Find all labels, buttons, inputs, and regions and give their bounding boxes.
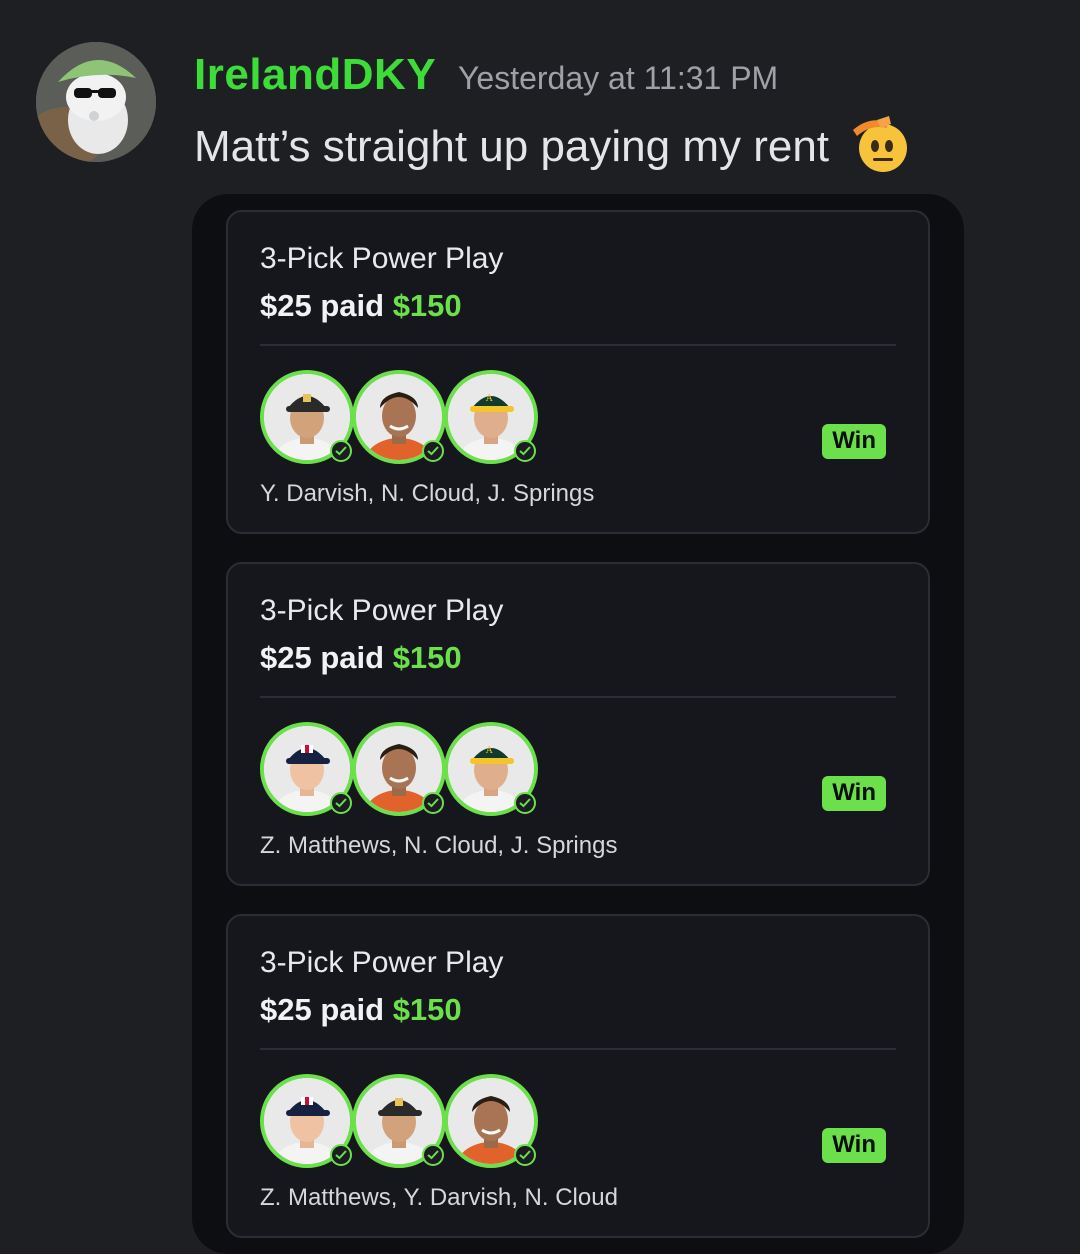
result-badge: Win: [822, 776, 886, 811]
entry-paid: $25 paid: [260, 288, 385, 323]
check-icon: [514, 1144, 536, 1166]
check-icon: [330, 792, 352, 814]
divider: [260, 1048, 896, 1050]
message-text: Matt’s straight up paying my rent: [194, 122, 830, 172]
player-names: Z. Matthews, N. Cloud, J. Springs: [260, 832, 618, 859]
check-icon: [422, 1144, 444, 1166]
user-avatar[interactable]: [36, 42, 156, 162]
player-avatars: A: [260, 722, 560, 822]
player-avatar: A: [444, 722, 538, 816]
image-attachment[interactable]: 3-Pick Power Play $25 paid $150 A Win Y.…: [192, 194, 964, 1254]
player-avatar: [260, 370, 354, 464]
cat-avatar-icon: [36, 42, 156, 162]
result-badge: Win: [822, 1128, 886, 1163]
player-names: Z. Matthews, Y. Darvish, N. Cloud: [260, 1184, 618, 1211]
player-avatars: [260, 1074, 560, 1174]
entry-card[interactable]: 3-Pick Power Play $25 paid $150: [226, 210, 930, 534]
entry-card[interactable]: 3-Pick Power Play $25 paid $150: [226, 914, 930, 1238]
player-avatar: [260, 1074, 354, 1168]
player-avatar: [260, 722, 354, 816]
entry-title: 3-Pick Power Play: [260, 946, 504, 979]
entry-paid: $25 paid: [260, 992, 385, 1027]
message-text-row: Matt’s straight up paying my rent: [194, 112, 911, 187]
entry-title: 3-Pick Power Play: [260, 242, 504, 275]
check-icon: [422, 440, 444, 462]
entry-payment: $25 paid $150: [260, 640, 462, 676]
message-username[interactable]: IrelandDKY: [194, 50, 436, 100]
svg-text:A: A: [485, 746, 493, 756]
entry-title: 3-Pick Power Play: [260, 594, 504, 627]
check-icon: [514, 792, 536, 814]
player-avatar: [352, 370, 446, 464]
svg-text:A: A: [485, 394, 493, 404]
entry-payout: $150: [392, 640, 462, 675]
check-icon: [330, 1144, 352, 1166]
divider: [260, 696, 896, 698]
message-timestamp: Yesterday at 11:31 PM: [458, 60, 779, 96]
check-icon: [514, 440, 536, 462]
entry-payout: $150: [392, 992, 462, 1027]
player-avatar: [444, 1074, 538, 1168]
entry-payment: $25 paid $150: [260, 288, 462, 324]
check-icon: [422, 792, 444, 814]
player-avatar: [352, 722, 446, 816]
divider: [260, 344, 896, 346]
entry-card[interactable]: 3-Pick Power Play $25 paid $150: [226, 562, 930, 886]
player-avatar: [352, 1074, 446, 1168]
check-icon: [330, 440, 352, 462]
saluting-face-emoji-icon: [847, 112, 911, 187]
player-avatar: A: [444, 370, 538, 464]
entry-payout: $150: [392, 288, 462, 323]
player-names: Y. Darvish, N. Cloud, J. Springs: [260, 480, 595, 507]
entry-paid: $25 paid: [260, 640, 385, 675]
player-avatars: A: [260, 370, 560, 470]
entry-payment: $25 paid $150: [260, 992, 462, 1028]
result-badge: Win: [822, 424, 886, 459]
